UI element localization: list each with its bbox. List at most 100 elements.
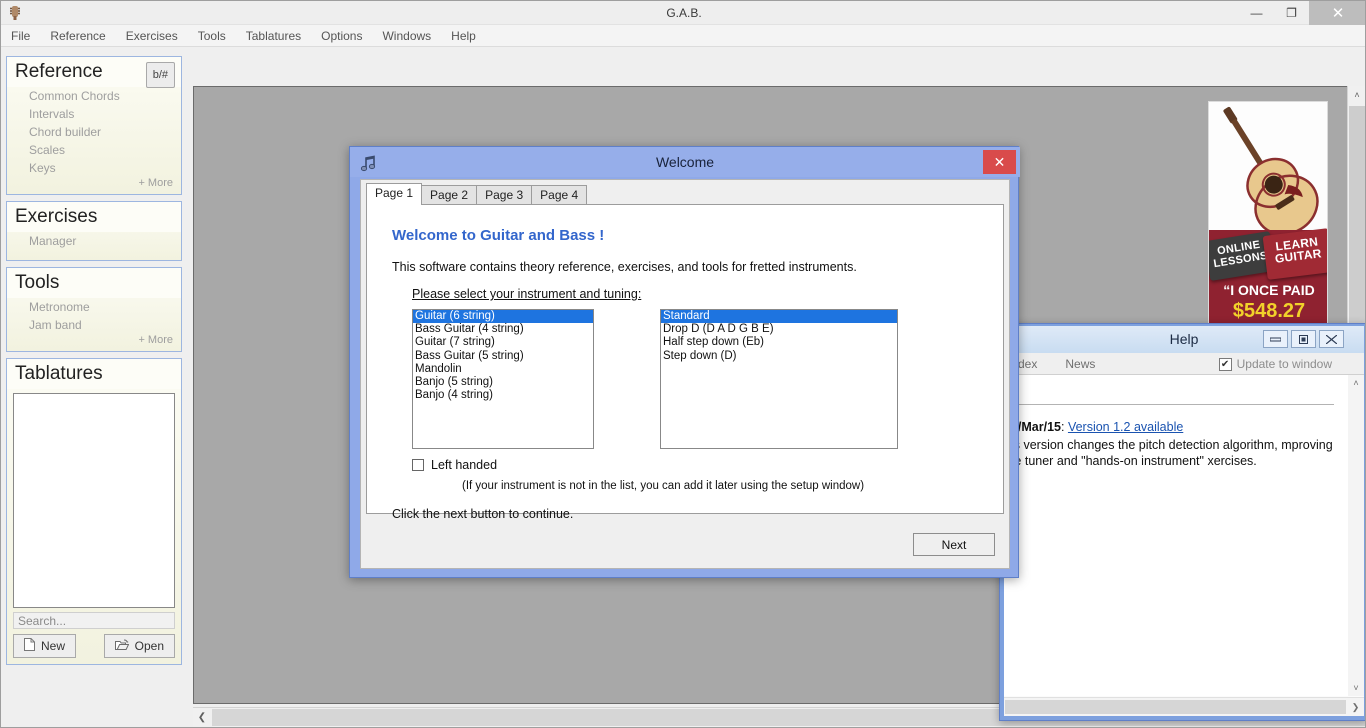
welcome-dialog-title: Welcome: [655, 154, 715, 170]
ad-headline-1: “I ONCE PAID: [1223, 282, 1315, 298]
instrument-note: (If your instrument is not in the list, …: [462, 480, 865, 492]
menu-item-help[interactable]: Help: [441, 25, 486, 47]
scroll-up-icon[interactable]: ˄: [1348, 86, 1365, 104]
help-scroll-up-icon[interactable]: ˄: [1348, 375, 1364, 391]
panel-title-reference: Reference b/#: [7, 57, 181, 88]
window-title: G.A.B.: [666, 6, 702, 20]
sidebar-panel-tools: Tools Metronome Jam band + More: [6, 267, 182, 352]
help-close-button[interactable]: [1319, 330, 1344, 348]
sidebar-panel-reference: Reference b/# Common Chords Intervals Ch…: [6, 56, 182, 195]
flat-sharp-toggle[interactable]: b/#: [145, 62, 175, 88]
next-button[interactable]: Next: [913, 533, 995, 556]
open-tablature-button[interactable]: Open: [103, 634, 175, 658]
new-tablature-button[interactable]: New: [13, 634, 77, 658]
welcome-description: This software contains theory reference,…: [392, 260, 857, 274]
help-news-entry: 30/Mar/15: Version 1.2 available his ver…: [1004, 419, 1339, 470]
sidebar-item-jam-band[interactable]: Jam band: [7, 316, 181, 334]
left-handed-checkbox[interactable]: [412, 459, 424, 471]
panel-title-exercises: Exercises: [7, 202, 181, 232]
tablature-list[interactable]: [13, 393, 175, 608]
checkbox-checked-icon[interactable]: ✔: [1218, 357, 1232, 371]
panel-title-tablatures: Tablatures: [7, 359, 181, 389]
list-item[interactable]: Half step down (Eb): [661, 336, 897, 349]
panel-title-tools: Tools: [7, 268, 181, 298]
sidebar-item-manager[interactable]: Manager: [7, 232, 181, 250]
list-item[interactable]: Banjo (5 string): [413, 376, 593, 389]
reference-more-link[interactable]: + More: [7, 177, 181, 192]
list-item[interactable]: Drop D (D A D G B E): [661, 323, 897, 336]
help-hscroll-track[interactable]: [1005, 700, 1346, 714]
help-horizontal-scrollbar[interactable]: ❯: [1004, 697, 1364, 716]
help-scroll-down-icon[interactable]: ˅: [1348, 680, 1364, 696]
new-tablature-label: New: [41, 639, 66, 653]
help-scroll-right-icon[interactable]: ❯: [1347, 698, 1364, 716]
list-item[interactable]: Guitar (6 string): [413, 310, 593, 324]
list-item[interactable]: Banjo (4 string): [413, 389, 593, 402]
tab-page-4[interactable]: Page 4: [531, 185, 588, 205]
sidebar-item-intervals[interactable]: Intervals: [7, 105, 181, 123]
title-bar: G.A.B. — ❐ ✕: [1, 1, 1365, 25]
tab-page-1[interactable]: Page 1: [366, 183, 423, 205]
panel-title-exercises-label: Exercises: [15, 206, 98, 227]
tuning-listbox[interactable]: Standard Drop D (D A D G B E) Half step …: [660, 309, 898, 449]
help-vertical-scrollbar[interactable]: ˄ ˅: [1348, 375, 1364, 696]
sidebar: Reference b/# Common Chords Intervals Ch…: [1, 48, 186, 727]
help-title-bar: Help: [1004, 326, 1364, 353]
instrument-listbox[interactable]: Guitar (6 string) Bass Guitar (4 string)…: [412, 309, 594, 449]
menu-item-reference[interactable]: Reference: [40, 25, 115, 47]
list-item[interactable]: Guitar (7 string): [413, 336, 593, 349]
maximize-button[interactable]: ❐: [1276, 1, 1307, 25]
tablature-search-input[interactable]: Search...: [13, 612, 175, 629]
sidebar-item-metronome[interactable]: Metronome: [7, 298, 181, 316]
menu-item-exercises[interactable]: Exercises: [116, 25, 188, 47]
advertisement-banner[interactable]: ONLINE LESSONS LEARN GUITAR “I ONCE PAID…: [1208, 101, 1328, 341]
panel-title-reference-label: Reference: [15, 61, 103, 82]
list-item[interactable]: Standard: [661, 310, 897, 324]
application-window: G.A.B. — ❐ ✕ File Reference Exercises To…: [0, 0, 1366, 728]
update-to-window-toggle[interactable]: ✔ Update to window: [1218, 357, 1332, 371]
minimize-button[interactable]: —: [1241, 1, 1272, 25]
scroll-left-icon[interactable]: ❮: [193, 708, 211, 727]
menu-item-tools[interactable]: Tools: [188, 25, 236, 47]
ad-headline-2: $548.27: [1232, 300, 1306, 322]
tab-page-2[interactable]: Page 2: [421, 185, 478, 205]
help-window-title: Help: [1169, 331, 1199, 347]
list-item[interactable]: Bass Guitar (5 string): [413, 350, 593, 363]
document-icon: [24, 638, 35, 654]
folder-open-icon: [114, 639, 129, 654]
welcome-dialog-body: Page 1 Page 2 Page 3 Page 4 Welcome to G…: [360, 179, 1010, 569]
welcome-close-button[interactable]: ✕: [983, 150, 1016, 174]
help-toolbar: dex News ✔ Update to window: [1004, 353, 1364, 375]
tablature-actions: New Open: [13, 634, 175, 658]
update-to-window-label: Update to window: [1236, 357, 1332, 371]
music-note-icon: [360, 153, 378, 172]
help-news-link[interactable]: Version 1.2 available: [1068, 420, 1183, 434]
help-maximize-button[interactable]: [1291, 330, 1316, 348]
welcome-dialog: Welcome ✕ Page 1 Page 2 Page 3 Page 4 We…: [349, 146, 1020, 578]
instrument-prompt: Please select your instrument and tuning…: [412, 287, 642, 301]
menu-bar: File Reference Exercises Tools Tablature…: [1, 25, 1365, 47]
sidebar-panel-tablatures: Tablatures Search... New Open: [6, 358, 182, 665]
close-button[interactable]: ✕: [1309, 1, 1365, 25]
sidebar-item-scales[interactable]: Scales: [7, 141, 181, 159]
panel-body-reference: Common Chords Intervals Chord builder Sc…: [7, 87, 181, 194]
sidebar-item-common-chords[interactable]: Common Chords: [7, 87, 181, 105]
help-minimize-button[interactable]: [1263, 330, 1288, 348]
help-tab-news[interactable]: News: [1051, 357, 1109, 371]
tools-more-link[interactable]: + More: [7, 334, 181, 349]
menu-item-options[interactable]: Options: [311, 25, 372, 47]
list-item[interactable]: Mandolin: [413, 363, 593, 376]
list-item[interactable]: Bass Guitar (4 string): [413, 323, 593, 336]
sidebar-panel-exercises: Exercises Manager: [6, 201, 182, 261]
menu-item-file[interactable]: File: [1, 25, 40, 47]
menu-item-windows[interactable]: Windows: [372, 25, 441, 47]
panel-title-tools-label: Tools: [15, 272, 60, 293]
welcome-tab-page-1: Welcome to Guitar and Bass ! This softwa…: [366, 204, 1004, 521]
tab-page-3[interactable]: Page 3: [476, 185, 533, 205]
menu-item-tablatures[interactable]: Tablatures: [236, 25, 311, 47]
list-item[interactable]: Step down (D): [661, 350, 897, 363]
panel-body-tools: Metronome Jam band + More: [7, 298, 181, 351]
sidebar-item-chord-builder[interactable]: Chord builder: [7, 123, 181, 141]
left-handed-checkbox-row[interactable]: Left handed: [412, 458, 497, 472]
sidebar-item-keys[interactable]: Keys: [7, 159, 181, 177]
